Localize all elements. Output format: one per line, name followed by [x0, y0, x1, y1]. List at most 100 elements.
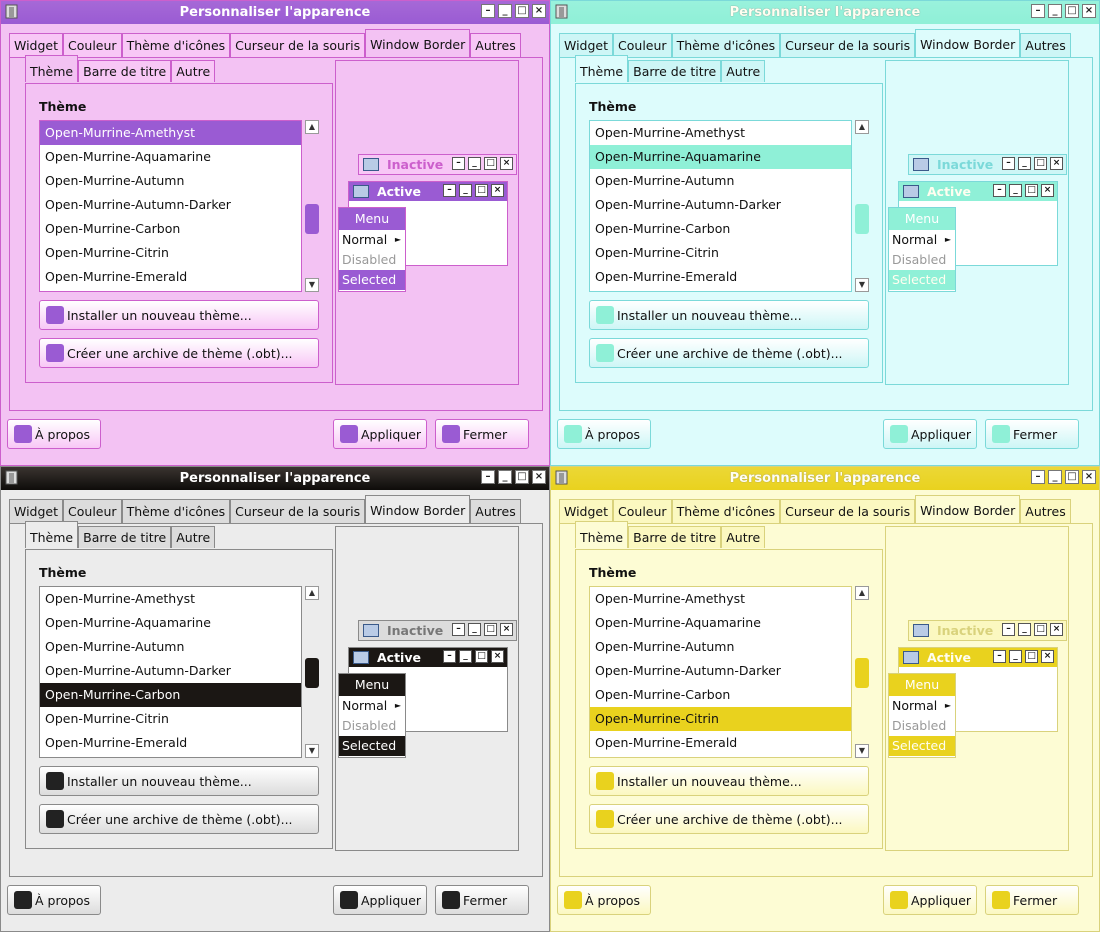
- tab-autres[interactable]: Autres: [1020, 499, 1071, 523]
- theme-list-item[interactable]: Open-Murrine-Citrin: [590, 707, 851, 731]
- theme-list-scrollbar[interactable]: ▲ ▼: [855, 586, 869, 758]
- about-button[interactable]: À propos: [7, 419, 101, 449]
- scroll-down-icon[interactable]: ▼: [305, 744, 319, 758]
- subtab-other[interactable]: Autre: [171, 526, 216, 548]
- minimize-icon[interactable]: _: [498, 4, 512, 18]
- install-theme-button[interactable]: Installer un nouveau thème...: [39, 300, 319, 330]
- tab-couleur[interactable]: Couleur: [613, 499, 672, 523]
- theme-list-scrollbar[interactable]: ▲ ▼: [305, 586, 319, 758]
- theme-list-item[interactable]: Open-Murrine-Amethyst: [590, 121, 851, 145]
- theme-list-item[interactable]: Open-Murrine-Citrin: [590, 241, 851, 265]
- scroll-thumb[interactable]: [305, 204, 319, 234]
- theme-list-item[interactable]: Open-Murrine-Autumn: [40, 635, 301, 659]
- subtab-title-bar[interactable]: Barre de titre: [78, 60, 172, 82]
- scroll-up-icon[interactable]: ▲: [305, 120, 319, 134]
- theme-list-scrollbar[interactable]: ▲ ▼: [855, 120, 869, 292]
- close-button[interactable]: Fermer: [435, 419, 529, 449]
- about-button[interactable]: À propos: [557, 419, 651, 449]
- tab-mouse-cursor[interactable]: Curseur de la souris: [230, 499, 366, 523]
- title-bar[interactable]: Personnaliser l'apparence – _ □ ×: [551, 467, 1099, 490]
- tab-icon-theme[interactable]: Thème d'icônes: [671, 33, 781, 57]
- subtab-other[interactable]: Autre: [721, 526, 766, 548]
- scroll-up-icon[interactable]: ▲: [855, 586, 869, 600]
- theme-list-item[interactable]: Open-Murrine-Amethyst: [590, 587, 851, 611]
- subtab-title-bar[interactable]: Barre de titre: [628, 526, 722, 548]
- subtab-theme[interactable]: Thème: [25, 55, 79, 82]
- create-archive-button[interactable]: Créer une archive de thème (.obt)...: [39, 338, 319, 368]
- theme-list-item[interactable]: Open-Murrine-Aquamarine: [40, 145, 301, 169]
- tab-window-border[interactable]: Window Border: [915, 29, 1021, 57]
- title-bar[interactable]: Personnaliser l'apparence – _ □ ×: [551, 1, 1099, 24]
- close-icon[interactable]: ×: [1082, 470, 1096, 484]
- apply-button[interactable]: Appliquer: [333, 419, 427, 449]
- install-theme-button[interactable]: Installer un nouveau thème...: [589, 300, 869, 330]
- close-button[interactable]: Fermer: [985, 419, 1079, 449]
- install-theme-button[interactable]: Installer un nouveau thème...: [39, 766, 319, 796]
- tab-window-border[interactable]: Window Border: [365, 495, 471, 523]
- tab-icon-theme[interactable]: Thème d'icônes: [671, 499, 781, 523]
- close-button[interactable]: Fermer: [985, 885, 1079, 915]
- tab-mouse-cursor[interactable]: Curseur de la souris: [780, 499, 916, 523]
- tab-window-border[interactable]: Window Border: [365, 29, 471, 57]
- create-archive-button[interactable]: Créer une archive de thème (.obt)...: [589, 338, 869, 368]
- close-button[interactable]: Fermer: [435, 885, 529, 915]
- apply-button[interactable]: Appliquer: [333, 885, 427, 915]
- theme-list[interactable]: Open-Murrine-Amethyst Open-Murrine-Aquam…: [589, 120, 852, 292]
- theme-list-item[interactable]: Open-Murrine-Autumn-Darker: [590, 193, 851, 217]
- minimize-icon[interactable]: _: [498, 470, 512, 484]
- minimize-icon[interactable]: _: [1048, 4, 1062, 18]
- menu-icon[interactable]: –: [1031, 4, 1045, 18]
- theme-list-item[interactable]: Open-Murrine-Emerald: [590, 265, 851, 289]
- create-archive-button[interactable]: Créer une archive de thème (.obt)...: [39, 804, 319, 834]
- scroll-up-icon[interactable]: ▲: [305, 586, 319, 600]
- close-icon[interactable]: ×: [532, 4, 546, 18]
- tab-couleur[interactable]: Couleur: [613, 33, 672, 57]
- install-theme-button[interactable]: Installer un nouveau thème...: [589, 766, 869, 796]
- subtab-theme[interactable]: Thème: [575, 521, 629, 548]
- tab-widget[interactable]: Widget: [559, 499, 614, 523]
- theme-list-item[interactable]: Open-Murrine-Carbon: [40, 217, 301, 241]
- tab-widget[interactable]: Widget: [9, 33, 64, 57]
- tab-widget[interactable]: Widget: [9, 499, 64, 523]
- scroll-up-icon[interactable]: ▲: [855, 120, 869, 134]
- theme-list[interactable]: Open-Murrine-Amethyst Open-Murrine-Aquam…: [39, 120, 302, 292]
- apply-button[interactable]: Appliquer: [883, 885, 977, 915]
- tab-mouse-cursor[interactable]: Curseur de la souris: [780, 33, 916, 57]
- minimize-icon[interactable]: _: [1048, 470, 1062, 484]
- tab-widget[interactable]: Widget: [559, 33, 614, 57]
- theme-list[interactable]: Open-Murrine-Amethyst Open-Murrine-Aquam…: [589, 586, 852, 758]
- theme-list-item[interactable]: Open-Murrine-Aquamarine: [590, 611, 851, 635]
- maximize-icon[interactable]: □: [515, 4, 529, 18]
- tab-autres[interactable]: Autres: [470, 33, 521, 57]
- tab-autres[interactable]: Autres: [470, 499, 521, 523]
- theme-list-item[interactable]: Open-Murrine-Carbon: [40, 683, 301, 707]
- subtab-theme[interactable]: Thème: [575, 55, 629, 82]
- scroll-down-icon[interactable]: ▼: [305, 278, 319, 292]
- maximize-icon[interactable]: □: [1065, 470, 1079, 484]
- theme-list-item[interactable]: Open-Murrine-Amethyst: [40, 587, 301, 611]
- theme-list-item[interactable]: Open-Murrine-Autumn: [40, 169, 301, 193]
- tab-autres[interactable]: Autres: [1020, 33, 1071, 57]
- tab-window-border[interactable]: Window Border: [915, 495, 1021, 523]
- theme-list[interactable]: Open-Murrine-Amethyst Open-Murrine-Aquam…: [39, 586, 302, 758]
- scroll-down-icon[interactable]: ▼: [855, 278, 869, 292]
- scroll-down-icon[interactable]: ▼: [855, 744, 869, 758]
- menu-icon[interactable]: –: [481, 470, 495, 484]
- theme-list-item[interactable]: Open-Murrine-Autumn-Darker: [40, 659, 301, 683]
- tab-icon-theme[interactable]: Thème d'icônes: [121, 499, 231, 523]
- subtab-title-bar[interactable]: Barre de titre: [628, 60, 722, 82]
- theme-list-item[interactable]: Open-Murrine-Amethyst: [40, 121, 301, 145]
- theme-list-item[interactable]: Open-Murrine-Autumn-Darker: [40, 193, 301, 217]
- tab-couleur[interactable]: Couleur: [63, 33, 122, 57]
- subtab-title-bar[interactable]: Barre de titre: [78, 526, 172, 548]
- scroll-thumb[interactable]: [855, 658, 869, 688]
- close-icon[interactable]: ×: [532, 470, 546, 484]
- tab-couleur[interactable]: Couleur: [63, 499, 122, 523]
- theme-list-item[interactable]: Open-Murrine-Autumn: [590, 635, 851, 659]
- maximize-icon[interactable]: □: [515, 470, 529, 484]
- subtab-other[interactable]: Autre: [171, 60, 216, 82]
- subtab-other[interactable]: Autre: [721, 60, 766, 82]
- theme-list-item[interactable]: Open-Murrine-Aquamarine: [40, 611, 301, 635]
- theme-list-item[interactable]: Open-Murrine-Autumn-Darker: [590, 659, 851, 683]
- close-icon[interactable]: ×: [1082, 4, 1096, 18]
